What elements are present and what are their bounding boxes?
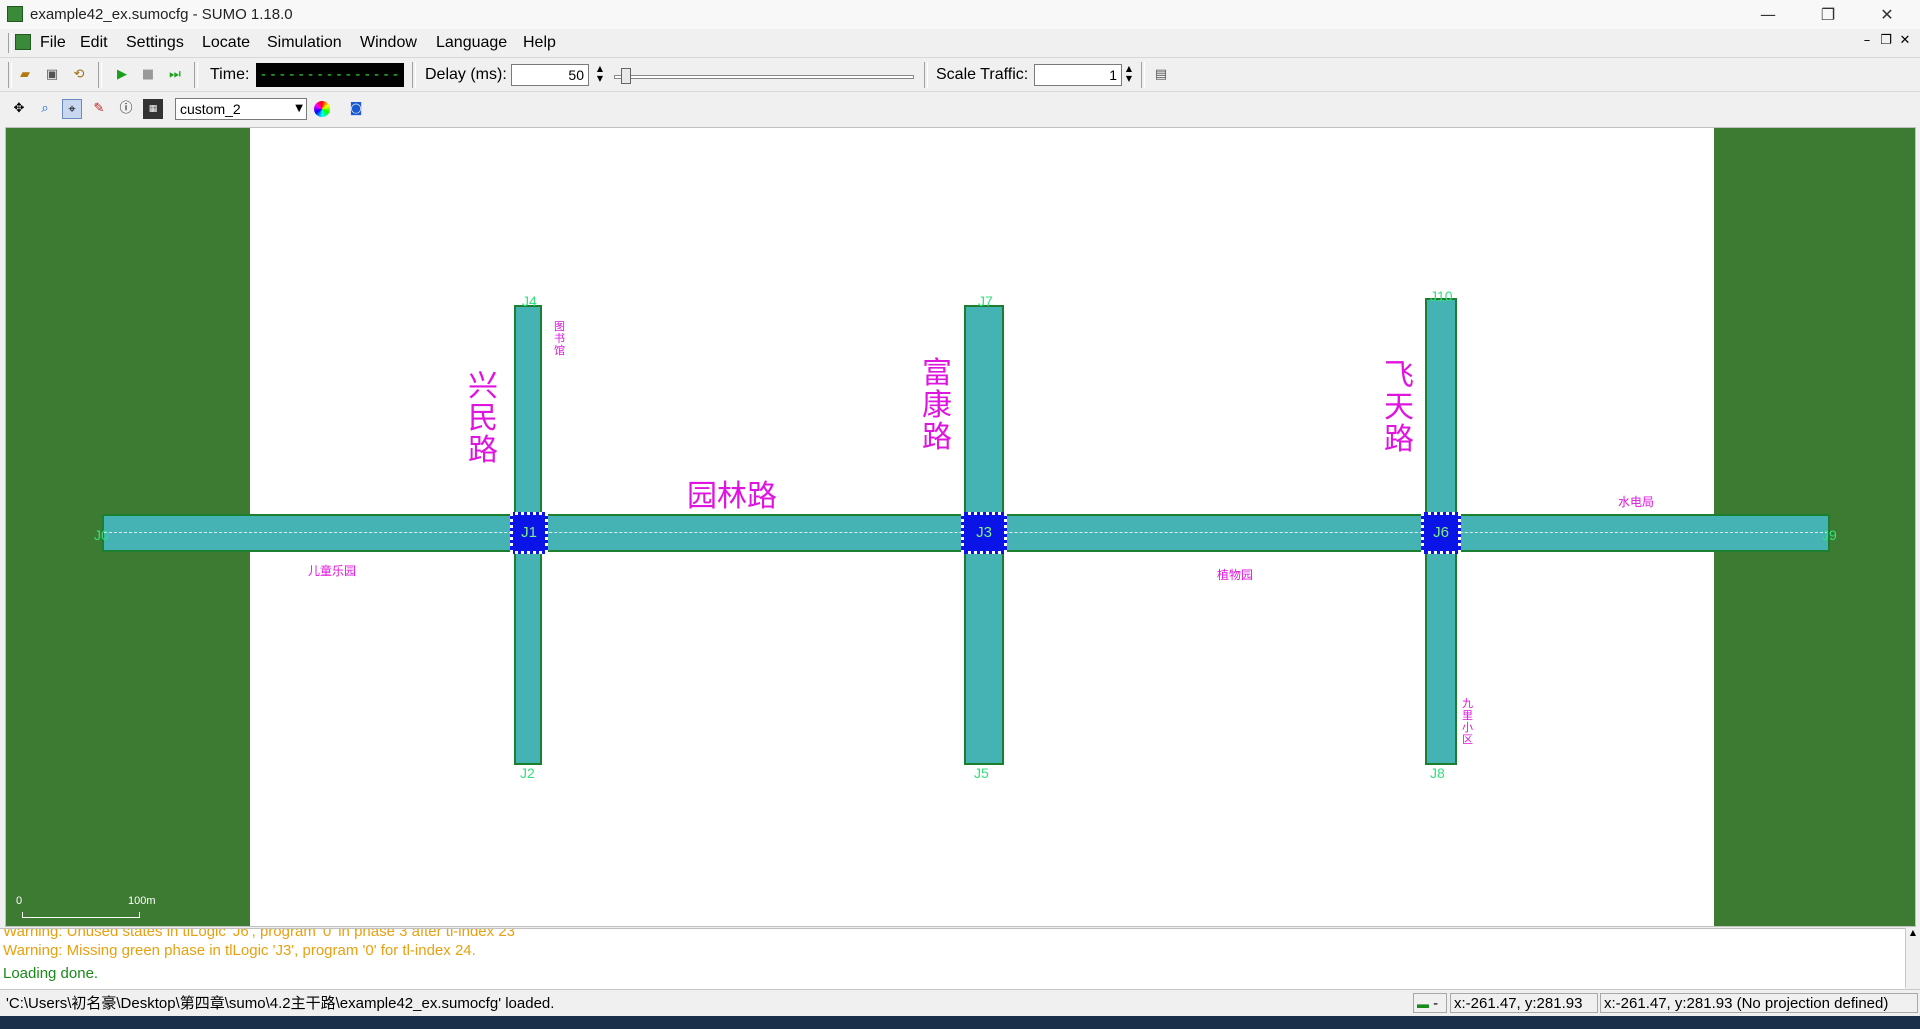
toolbar-separator (194, 62, 198, 88)
scale-traffic-spinner[interactable]: ▲ ▼ (1122, 64, 1136, 86)
chevron-down-icon: ▼ (295, 103, 303, 114)
zoom-icon[interactable]: ⌕ (35, 99, 55, 119)
toolbar-separator (1141, 62, 1145, 88)
taskbar-edge (0, 1016, 1920, 1029)
poi-children-park: 儿童乐园 (308, 564, 357, 578)
node-label: J10 (1430, 288, 1453, 304)
step-icon[interactable]: ⏭ (165, 65, 185, 85)
stop-icon[interactable]: ■ (138, 65, 158, 85)
simulation-toolbar: ▰ ▣ ⟲ ▶ ■ ⏭ Time: ---------------- Delay… (0, 57, 1920, 107)
scale-label: 100m (128, 895, 156, 907)
time-label: Time: (210, 66, 250, 83)
message-log: Warning: Unused states in tlLogic 'J6', … (0, 928, 1905, 989)
window-title: example42_ex.sumocfg - SUMO 1.18.0 (30, 6, 293, 23)
road-label-fukang: 富康路 (922, 356, 952, 455)
scale-zero-label: 0 (16, 895, 23, 907)
road-label-yuanlin: 园林路 (687, 479, 777, 514)
mdi-minimize-icon[interactable]: – (1859, 33, 1875, 48)
status-bar: 'C:\Users\初名豪\Desktop\第四章\sumo\4.2主干路\ex… (0, 989, 1920, 1016)
play-icon[interactable]: ▶ (112, 65, 132, 85)
node-label: J0 (94, 527, 109, 543)
close-button[interactable]: ✕ (1864, 0, 1910, 29)
delay-slider-thumb[interactable] (621, 68, 631, 84)
delay-slider[interactable] (614, 68, 914, 84)
menu-bar: File Edit Settings Locate Simulation Win… (0, 29, 1920, 57)
poi-jiuli-community: 九里小区 (1462, 697, 1473, 746)
scroll-up-icon[interactable]: ▲ (1906, 928, 1920, 937)
junction-j3[interactable]: J3 (961, 512, 1007, 554)
toolbar-separator (412, 62, 416, 88)
toolbar-separator (924, 62, 928, 88)
node-label: J8 (1430, 765, 1445, 781)
poi-library: 图书馆 (554, 320, 565, 357)
menu-help[interactable]: Help (523, 34, 556, 52)
poi-water-power-bureau: 水电局 (1618, 495, 1655, 509)
node-label: J5 (974, 765, 989, 781)
title-bar: example42_ex.sumocfg - SUMO 1.18.0 — ❐ ✕ (0, 0, 1920, 29)
status-coords: x:-261.47, y:281.93 (1450, 993, 1598, 1013)
time-display: ---------------- (256, 63, 404, 107)
screenshot-icon[interactable]: ◙ (346, 99, 366, 119)
log-line: Warning: Missing green phase in tlLogic … (3, 942, 476, 959)
sumo-app-icon (7, 6, 23, 22)
mdi-app-icon (15, 34, 31, 50)
node-label: J4 (522, 293, 537, 309)
mesh-icon[interactable]: ▦ (143, 99, 163, 119)
log-line: Loading done. (3, 965, 99, 982)
road-label-feitian: 飞天路 (1384, 358, 1414, 457)
delay-label: Delay (ms): (425, 66, 507, 83)
menu-language[interactable]: Language (436, 34, 507, 52)
reload-icon[interactable]: ⟲ (69, 65, 89, 85)
scale-bar (22, 912, 140, 918)
recenter-icon[interactable]: ✥ (9, 99, 29, 119)
mdi-restore-icon[interactable]: ❐ (1878, 33, 1894, 48)
log-line: Warning: Unused states in tlLogic 'J6', … (3, 928, 515, 940)
color-wheel-icon[interactable] (314, 101, 330, 117)
delay-spinner[interactable]: ▲ ▼ (591, 64, 609, 86)
road-label-xingmin: 兴民路 (468, 369, 498, 468)
window-layout-icon[interactable]: ▤ (1151, 65, 1171, 85)
junction-j6[interactable]: J6 (1421, 512, 1461, 554)
toolbar-grip (8, 62, 12, 88)
locate-icon[interactable]: ⌖ (62, 99, 82, 119)
node-label: J2 (520, 765, 535, 781)
car-icon: ▬ (1417, 997, 1429, 1011)
node-label: J9 (1822, 527, 1837, 543)
menu-file[interactable]: File (40, 34, 66, 52)
tooltip-icon[interactable]: ⓘ (116, 99, 136, 119)
restore-button[interactable]: ❐ (1805, 0, 1851, 29)
toolbar-separator (98, 62, 102, 88)
scale-traffic-input[interactable]: 1 (1034, 64, 1122, 86)
menu-locate[interactable]: Locate (202, 34, 250, 52)
scheme-select[interactable]: custom_2 ▼ (175, 98, 307, 120)
open-folder-icon[interactable]: ▰ (15, 65, 35, 85)
map-canvas[interactable]: J1 J3 J6 兴民路 园林路 富康路 飞天路 儿童乐园 植物园 水电局 图书… (5, 127, 1916, 927)
status-message: 'C:\Users\初名豪\Desktop\第四章\sumo\4.2主干路\ex… (6, 995, 555, 1012)
status-vehicle-box: ▬ - (1413, 993, 1447, 1013)
junction-j1[interactable]: J1 (510, 512, 548, 554)
scale-traffic-label: Scale Traffic: (936, 66, 1029, 83)
menu-simulation[interactable]: Simulation (267, 34, 342, 52)
poi-botanical-garden: 植物园 (1217, 568, 1254, 582)
select-icon[interactable]: ✎ (89, 99, 109, 119)
mdi-close-icon[interactable]: ✕ (1897, 33, 1913, 48)
menu-grip (8, 33, 12, 53)
node-label: J7 (978, 293, 993, 309)
menu-settings[interactable]: Settings (126, 34, 184, 52)
delay-input[interactable]: 50 (511, 64, 589, 86)
status-geo-coords: x:-261.47, y:281.93 (No projection defin… (1600, 993, 1918, 1013)
minimize-button[interactable]: — (1745, 0, 1791, 29)
log-scrollbar[interactable]: ▲ (1905, 928, 1920, 988)
open-network-icon[interactable]: ▣ (42, 65, 62, 85)
status-dash: - (1433, 995, 1439, 1012)
scheme-value: custom_2 (180, 101, 241, 117)
view-toolbar: ✥ ⌕ ⌖ ✎ ⓘ ▦ custom_2 ▼ ◙ (0, 91, 1920, 126)
menu-window[interactable]: Window (360, 34, 417, 52)
menu-edit[interactable]: Edit (80, 34, 108, 52)
